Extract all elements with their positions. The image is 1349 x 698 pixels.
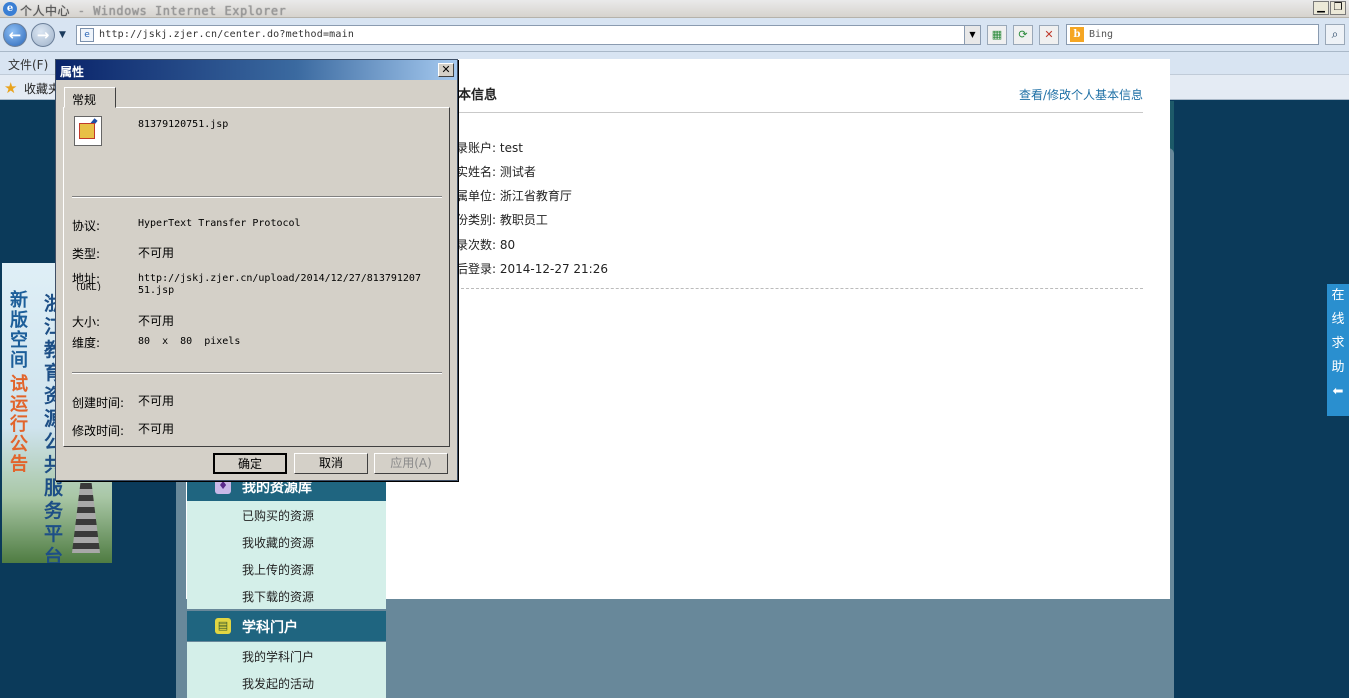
address-bar[interactable]: e http://jskj.zjer.cn/center.do?method=m…	[76, 25, 981, 45]
navigation-bar: ← → ▼ e http://jskj.zjer.cn/center.do?me…	[0, 18, 1349, 52]
sidebar-item-label: 已购买的资源	[242, 509, 315, 523]
file-name: 81379120751.jsp	[138, 119, 229, 130]
ie-logo-icon: e	[3, 2, 17, 16]
dimensions-value: 80 x 80 pixels	[138, 336, 241, 347]
page-icon: e	[80, 28, 94, 42]
window-title: 个人中心 - Windows Internet Explorer	[20, 4, 287, 18]
online-help-tab[interactable]: 在 线 求 助 ⬅	[1327, 284, 1349, 416]
refresh-icon[interactable]: ⟳	[1013, 25, 1033, 45]
modified-label: 修改时间:	[72, 424, 125, 438]
size-label: 大小:	[72, 315, 101, 329]
sidebar-item-label: 我发起的活动	[242, 677, 315, 691]
info-login-count: 录次数: 80	[456, 238, 516, 252]
search-box[interactable]: b Bing	[1066, 24, 1319, 45]
tab-general[interactable]: 常规	[64, 87, 116, 108]
info-unit: 属单位: 浙江省教育厅	[456, 189, 572, 203]
address-url[interactable]: http://jskj.zjer.cn/center.do?method=mai…	[99, 29, 354, 40]
type-label: 类型:	[72, 247, 101, 261]
arrow-left-icon: ⬅	[1332, 384, 1344, 399]
created-label: 创建时间:	[72, 396, 125, 410]
section-dashed-divider	[456, 288, 1143, 289]
info-last-login: 后登录: 2014-12-27 21:26	[456, 262, 608, 276]
sidebar-item-label: 我下载的资源	[242, 590, 315, 604]
tab-label: 常规	[72, 93, 97, 107]
stop-icon[interactable]: ✕	[1039, 25, 1059, 45]
file-image-icon	[74, 116, 102, 146]
section-title: 本信息	[458, 88, 498, 103]
dimensions-label: 维度:	[72, 336, 101, 350]
modified-value: 不可用	[138, 422, 175, 436]
sidebar-item-my-activities[interactable]: 我发起的活动	[187, 669, 386, 698]
history-dropdown-icon[interactable]: ▼	[59, 30, 66, 40]
help-char: 在	[1331, 288, 1345, 303]
dialog-title-bar[interactable]: 属性 ✕	[56, 60, 457, 80]
address-value-line2[interactable]: 51.jsp	[138, 285, 174, 296]
sidebar-group-label: 学科门户	[242, 620, 298, 636]
address-dropdown-icon[interactable]: ▼	[964, 26, 980, 44]
search-icon[interactable]: ⌕	[1325, 24, 1345, 45]
forward-button[interactable]: →	[31, 23, 55, 47]
window-title-bar: e 个人中心 - Windows Internet Explorer ▁ ❐	[0, 0, 1349, 18]
help-char: 线	[1331, 312, 1345, 327]
sidebar-item-favorited[interactable]: 我收藏的资源	[187, 528, 386, 555]
created-value: 不可用	[138, 394, 175, 408]
address-sub-label: (URL)	[75, 283, 103, 293]
close-icon[interactable]: ✕	[438, 63, 454, 77]
menu-file[interactable]: 文件(F)	[8, 56, 48, 73]
size-value: 不可用	[138, 314, 175, 328]
dialog-body: 81379120751.jsp 协议: HyperText Transfer P…	[63, 107, 450, 447]
protocol-value: HyperText Transfer Protocol	[138, 218, 301, 229]
edit-profile-link[interactable]: 查看/修改个人基本信息	[1019, 86, 1143, 103]
sidebar-item-downloaded[interactable]: 我下载的资源	[187, 582, 386, 609]
star-icon[interactable]: ★	[4, 79, 17, 97]
sidebar-group-subject-portal[interactable]: ▤ 学科门户	[187, 611, 386, 641]
sidebar-item-my-portal[interactable]: 我的学科门户	[187, 642, 386, 669]
apply-button[interactable]: 应用(A)	[374, 453, 448, 474]
help-char: 求	[1331, 336, 1345, 351]
type-value: 不可用	[138, 246, 175, 260]
sidebar-item-label: 我上传的资源	[242, 563, 315, 577]
info-category: 份类别: 教职员工	[456, 213, 548, 227]
dialog-separator	[72, 372, 442, 374]
restore-button[interactable]: ❐	[1330, 1, 1346, 15]
dialog-title: 属性	[60, 65, 85, 79]
sidebar-item-label: 我收藏的资源	[242, 536, 315, 550]
sidebar-item-purchased[interactable]: 已购买的资源	[187, 501, 386, 528]
help-char: 助	[1331, 360, 1345, 375]
properties-dialog: 属性 ✕ 常规 81379120751.jsp 协议: HyperText Tr…	[55, 59, 458, 481]
subject-portal-icon: ▤	[215, 618, 231, 634]
search-placeholder: Bing	[1089, 29, 1114, 40]
address-value-line1[interactable]: http://jskj.zjer.cn/upload/2014/12/27/81…	[138, 273, 421, 284]
back-button[interactable]: ←	[3, 23, 27, 47]
ad-text-trial-notice: 试运行公告	[10, 374, 28, 475]
bing-icon: b	[1070, 27, 1084, 42]
ok-button[interactable]: 确定	[213, 453, 287, 474]
section-divider	[456, 112, 1143, 113]
cancel-button[interactable]: 取消	[294, 453, 368, 474]
compatibility-view-icon[interactable]: ▦	[987, 25, 1007, 45]
minimize-button[interactable]: ▁	[1313, 1, 1329, 15]
sidebar-item-uploaded[interactable]: 我上传的资源	[187, 555, 386, 582]
dialog-separator	[72, 196, 442, 198]
protocol-label: 协议:	[72, 219, 101, 233]
sidebar-item-label: 我的学科门户	[242, 650, 315, 664]
ad-text-new-space: 新版空间	[10, 290, 28, 371]
info-real-name: 实姓名: 测试者	[456, 165, 536, 179]
info-account: 录账户: test	[456, 141, 523, 155]
pagoda-image	[72, 483, 100, 553]
